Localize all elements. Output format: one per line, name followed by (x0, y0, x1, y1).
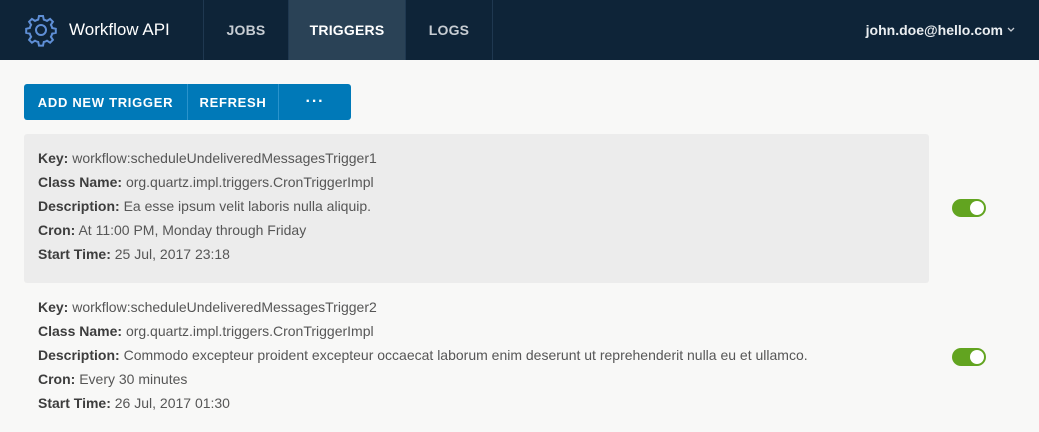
class-name-label: Class Name: (38, 323, 123, 339)
top-navbar: Workflow API JOBS TRIGGERS LOGS john.doe… (0, 0, 1039, 60)
more-options-button[interactable]: ··· (278, 84, 351, 120)
chevron-down-icon (1007, 25, 1015, 36)
trigger-start-time: 26 Jul, 2017 01:30 (114, 395, 230, 411)
cron-label: Cron: (38, 371, 76, 387)
trigger-start-time-row: Start Time: 25 Jul, 2017 23:18 (38, 246, 230, 262)
trigger-card: Key: workflow:scheduleUndeliveredMessage… (24, 134, 929, 283)
trigger-enabled-toggle[interactable] (952, 348, 986, 366)
user-menu[interactable]: john.doe@hello.com (866, 0, 1015, 60)
trigger-start-time: 25 Jul, 2017 23:18 (114, 246, 230, 262)
user-email: john.doe@hello.com (865, 22, 1003, 38)
gear-icon (24, 13, 58, 47)
start-time-label: Start Time: (38, 395, 111, 411)
tab-jobs[interactable]: JOBS (204, 0, 289, 60)
trigger-enabled-toggle[interactable] (952, 199, 986, 217)
trigger-key: workflow:scheduleUndeliveredMessagesTrig… (72, 299, 377, 315)
brand[interactable]: Workflow API (0, 0, 204, 60)
class-name-label: Class Name: (38, 174, 123, 190)
trigger-cron: At 11:00 PM, Monday through Friday (78, 222, 307, 238)
key-label: Key: (38, 150, 69, 166)
trigger-class-name: org.quartz.impl.triggers.CronTriggerImpl (125, 323, 374, 339)
add-new-trigger-button[interactable]: ADD NEW TRIGGER (24, 84, 187, 120)
trigger-description: Commodo excepteur proident excepteur occ… (123, 347, 808, 363)
trigger-description-row: Description: Commodo excepteur proident … (38, 347, 808, 363)
trigger-class-row: Class Name: org.quartz.impl.triggers.Cro… (38, 323, 374, 339)
refresh-button[interactable]: REFRESH (187, 84, 278, 120)
app-title: Workflow API (69, 20, 170, 39)
trigger-description-row: Description: Ea esse ipsum velit laboris… (38, 198, 371, 214)
trigger-key: workflow:scheduleUndeliveredMessagesTrig… (72, 150, 377, 166)
trigger-cron-row: Cron: At 11:00 PM, Monday through Friday (38, 222, 306, 238)
trigger-description: Ea esse ipsum velit laboris nulla aliqui… (123, 198, 372, 214)
trigger-card: Key: workflow:scheduleUndeliveredMessage… (24, 283, 929, 432)
description-label: Description: (38, 198, 120, 214)
trigger-class-row: Class Name: org.quartz.impl.triggers.Cro… (38, 174, 374, 190)
key-label: Key: (38, 299, 69, 315)
trigger-key-row: Key: workflow:scheduleUndeliveredMessage… (38, 299, 377, 315)
trigger-class-name: org.quartz.impl.triggers.CronTriggerImpl (125, 174, 374, 190)
trigger-toolbar: ADD NEW TRIGGER REFRESH ··· (24, 84, 351, 120)
tab-triggers[interactable]: TRIGGERS (289, 0, 406, 60)
trigger-start-time-row: Start Time: 26 Jul, 2017 01:30 (38, 395, 230, 411)
description-label: Description: (38, 347, 120, 363)
toggle-knob (970, 201, 984, 215)
cron-label: Cron: (38, 222, 76, 238)
trigger-key-row: Key: workflow:scheduleUndeliveredMessage… (38, 150, 377, 166)
toggle-knob (970, 350, 984, 364)
tab-logs[interactable]: LOGS (406, 0, 493, 60)
start-time-label: Start Time: (38, 246, 111, 262)
trigger-cron-row: Cron: Every 30 minutes (38, 371, 187, 387)
trigger-cron: Every 30 minutes (79, 371, 188, 387)
